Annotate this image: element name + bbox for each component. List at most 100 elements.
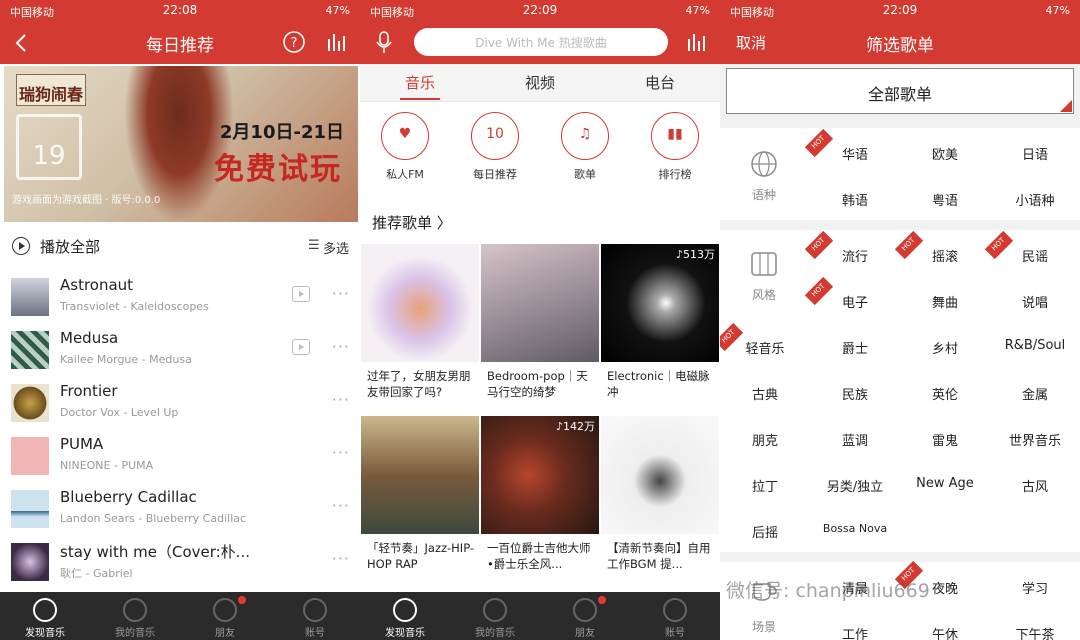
playlist-card[interactable]: 【清新节奏向】自用工作BGM 提...	[601, 416, 719, 586]
page-title: 筛选歌单	[866, 36, 934, 56]
tag-dance[interactable]: 舞曲	[900, 292, 990, 311]
entry-daily-recommend[interactable]: 10 每日推荐	[450, 108, 540, 188]
more-icon[interactable]: ···	[332, 337, 350, 356]
song-row[interactable]: Astronaut Transviolet - Kaleidoscopes ··…	[0, 270, 360, 323]
equalizer-icon[interactable]	[686, 31, 708, 53]
tag-rock[interactable]: 摇滚	[900, 246, 990, 265]
page-title: 每日推荐	[146, 36, 214, 56]
tag-bossa-nova[interactable]: Bossa Nova	[810, 522, 900, 535]
list-icon[interactable]: ☰	[308, 238, 320, 253]
tag-electronic[interactable]: 电子	[810, 292, 900, 311]
more-icon[interactable]: ···	[332, 496, 350, 515]
entry-label: 歌单	[574, 168, 596, 181]
playlist-caption: Electronic｜电磁脉冲	[607, 369, 710, 399]
tab-account[interactable]: 账号	[630, 592, 720, 640]
notification-dot	[598, 596, 606, 604]
recommended-playlists-title[interactable]: 推荐歌单 〉	[372, 212, 452, 233]
playlist-card[interactable]: Bedroom-pop｜天马行空的绮梦	[481, 244, 599, 414]
all-playlists-button[interactable]: 全部歌单	[726, 68, 1074, 114]
tab-account[interactable]: 账号	[270, 592, 360, 640]
equalizer-icon[interactable]	[326, 31, 348, 53]
song-row[interactable]: Medusa Kailee Morgue - Medusa ···	[0, 323, 360, 376]
search-input[interactable]: Dive With Me 热搜歌曲	[414, 28, 668, 56]
tag-punk[interactable]: 朋克	[720, 430, 810, 449]
tag-korean[interactable]: 韩语	[810, 190, 900, 209]
song-artist-album: Transviolet - Kaleidoscopes	[60, 300, 209, 313]
mv-icon[interactable]	[292, 286, 310, 302]
tab-discover[interactable]: 发现音乐	[360, 592, 450, 640]
tag-ethnic[interactable]: 民族	[810, 384, 900, 403]
more-icon[interactable]: ···	[332, 443, 350, 462]
tab-friends[interactable]: 朋友	[180, 592, 270, 640]
playlist-cover	[361, 244, 479, 362]
tag-world-music[interactable]: 世界音乐	[990, 430, 1080, 449]
tag-jazz[interactable]: 爵士	[810, 338, 900, 357]
tab-video[interactable]: 视频	[480, 72, 600, 93]
tag-classical[interactable]: 古典	[720, 384, 810, 403]
tag-latin[interactable]: 拉丁	[720, 476, 810, 495]
tag-western[interactable]: 欧美	[900, 144, 990, 163]
sub-tab-bar: 音乐 视频 电台	[360, 64, 720, 102]
tab-friends[interactable]: 朋友	[540, 592, 630, 640]
tag-country[interactable]: 乡村	[900, 338, 990, 357]
tag-work[interactable]: 工作	[810, 624, 900, 640]
tag-pop[interactable]: 流行	[810, 246, 900, 265]
tag-cantonese[interactable]: 粤语	[900, 190, 990, 209]
album-cover	[11, 278, 49, 316]
playlist-card[interactable]: 「轻节奏」Jazz-HIP-HOP RAP	[361, 416, 479, 586]
tag-post-rock[interactable]: 后摇	[720, 522, 810, 541]
more-icon[interactable]: ···	[332, 284, 350, 303]
tag-alternative-indie[interactable]: 另类/独立	[810, 476, 900, 495]
song-artist-album: 耿仁 - Gabriel	[60, 567, 133, 580]
play-circle-icon[interactable]	[12, 237, 30, 255]
filter-playlists-screen: 中国移动 22:09 47% 取消 筛选歌单 全部歌单 语种 HOT 华语 欧美…	[720, 0, 1080, 640]
song-artist-album: Doctor Vox - Level Up	[60, 406, 179, 419]
tag-chinese-style[interactable]: 古风	[990, 476, 1080, 495]
mv-icon[interactable]	[292, 339, 310, 355]
tag-minor-language[interactable]: 小语种	[990, 190, 1080, 209]
tab-radio[interactable]: 电台	[600, 72, 720, 93]
entry-charts[interactable]: ▮▮ 排行榜	[630, 108, 720, 188]
playlist-card[interactable]: 过年了，女朋友男朋友带回家了吗?	[361, 244, 479, 414]
tag-folk[interactable]: 民谣	[990, 246, 1080, 265]
more-icon[interactable]: ···	[332, 549, 350, 568]
tag-japanese[interactable]: 日语	[990, 144, 1080, 163]
tag-reggae[interactable]: 雷鬼	[900, 430, 990, 449]
more-icon[interactable]: ···	[332, 390, 350, 409]
tag-metal[interactable]: 金属	[990, 384, 1080, 403]
song-row[interactable]: stay with me（Cover:朴... 耿仁 - Gabriel ···	[0, 535, 360, 588]
tag-rnb-soul[interactable]: R&B/Soul	[990, 338, 1080, 353]
question-circle-icon[interactable]: ?	[282, 30, 306, 54]
song-row[interactable]: Frontier Doctor Vox - Level Up ···	[0, 376, 360, 429]
status-bar: 中国移动 22:08 47%	[0, 0, 360, 22]
tag-chinese[interactable]: 华语	[810, 144, 900, 163]
tab-music[interactable]: 音乐	[360, 72, 480, 93]
playlist-card[interactable]: ♪142万 一百位爵士吉他大师•爵士乐全风...	[481, 416, 599, 586]
playlist-card[interactable]: ♪513万 Electronic｜电磁脉冲	[601, 244, 719, 414]
playlist-cover	[601, 416, 719, 534]
tag-nap[interactable]: 午休	[900, 624, 990, 640]
multi-select-button[interactable]: 多选	[323, 238, 349, 257]
tab-discover[interactable]: 发现音乐	[0, 592, 90, 640]
entry-personal-fm[interactable]: ♥ 私人FM	[360, 108, 450, 188]
tab-my-music[interactable]: 我的音乐	[90, 592, 180, 640]
tag-new-age[interactable]: New Age	[900, 476, 990, 491]
tag-afternoon-tea[interactable]: 下午茶	[990, 624, 1080, 640]
user-icon	[303, 598, 327, 622]
nav-bar: 取消 筛选歌单	[720, 22, 1080, 64]
tag-rap[interactable]: 说唱	[990, 292, 1080, 311]
tab-my-music[interactable]: 我的音乐	[450, 592, 540, 640]
daily-recommend-screen: 中国移动 22:08 47% 每日推荐 ? 瑞狗闹春 19 2月10日-21日 …	[0, 0, 360, 640]
promo-banner[interactable]: 瑞狗闹春 19 2月10日-21日 免费试玩 游戏画面为游戏截图 · 版号:0.…	[4, 66, 358, 222]
entry-playlists[interactable]: ♫ 歌单	[540, 108, 630, 188]
tag-britpop[interactable]: 英伦	[900, 384, 990, 403]
entry-label: 排行榜	[658, 168, 692, 181]
tag-blues[interactable]: 蓝调	[810, 430, 900, 449]
microphone-icon[interactable]	[374, 30, 394, 56]
song-row[interactable]: PUMA NINEONE - PUMA ···	[0, 429, 360, 482]
discover-music-screen: 中国移动 22:09 47% Dive With Me 热搜歌曲 音乐 视频 电…	[360, 0, 720, 640]
song-row[interactable]: Blueberry Cadillac Landon Sears - Bluebe…	[0, 482, 360, 535]
tag-light-music[interactable]: 轻音乐	[720, 338, 810, 357]
play-all-button[interactable]: 播放全部	[40, 236, 100, 257]
song-title: Astronaut	[60, 276, 134, 294]
